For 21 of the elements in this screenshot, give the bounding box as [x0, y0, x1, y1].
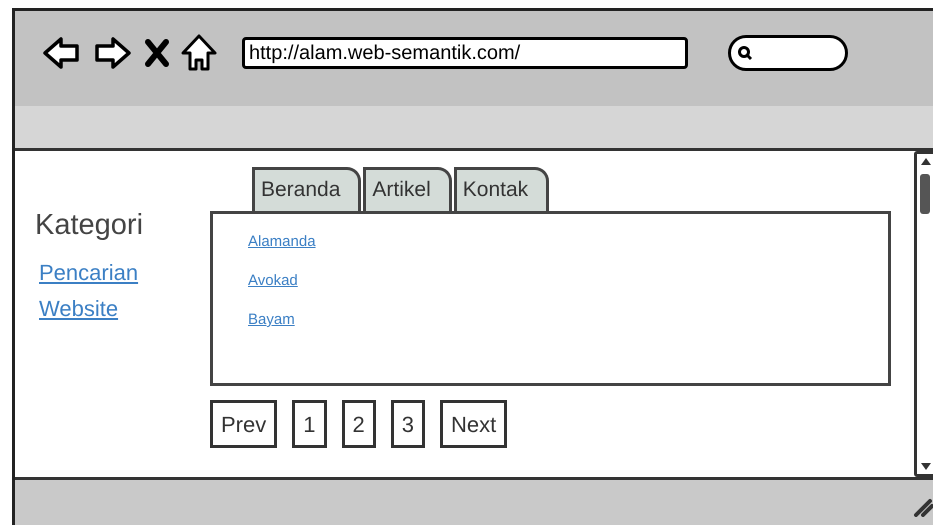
- sidebar-title: Kategori: [35, 211, 144, 240]
- sidebar-link[interactable]: Website: [39, 298, 118, 320]
- sidebar-link[interactable]: Pencarian: [39, 262, 138, 284]
- tab[interactable]: Beranda: [252, 167, 362, 211]
- scrollbar[interactable]: [914, 151, 933, 477]
- article-link[interactable]: Alamanda: [248, 234, 316, 249]
- tab[interactable]: Kontak: [454, 167, 550, 211]
- page-button[interactable]: 3: [390, 400, 425, 448]
- tab[interactable]: Artikel: [363, 167, 452, 211]
- home-icon[interactable]: [180, 32, 218, 72]
- article-link[interactable]: Bayam: [248, 312, 295, 327]
- search-icon: [737, 44, 753, 60]
- page-button[interactable]: Prev: [210, 400, 278, 448]
- close-icon[interactable]: [144, 38, 170, 68]
- page-button[interactable]: 1: [292, 400, 326, 448]
- article-link[interactable]: Avokad: [248, 273, 298, 288]
- search-field[interactable]: [728, 34, 848, 70]
- address-bar[interactable]: http://alam.web-semantik.com/: [242, 36, 688, 68]
- scroll-thumb[interactable]: [920, 174, 930, 214]
- page-button[interactable]: Next: [440, 400, 508, 448]
- page-button[interactable]: 2: [342, 400, 376, 448]
